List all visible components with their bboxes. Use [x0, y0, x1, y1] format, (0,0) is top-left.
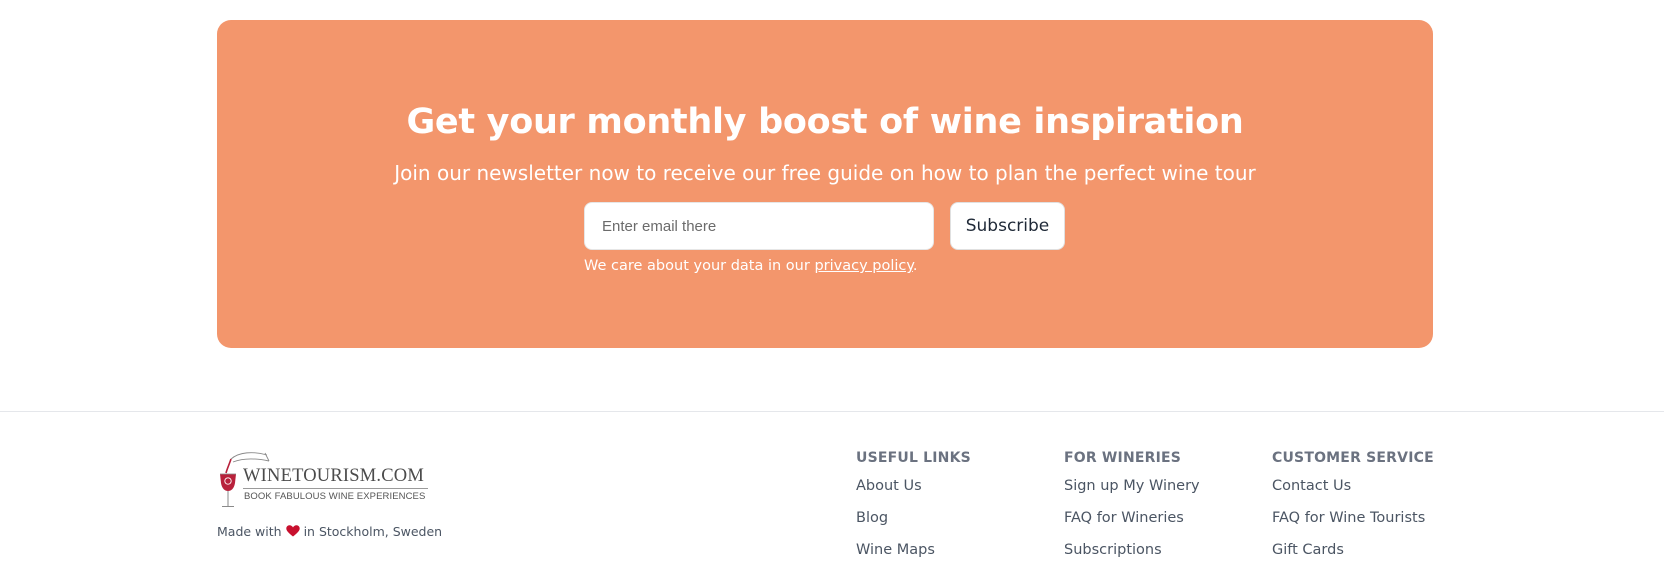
- privacy-note-period: .: [912, 258, 918, 274]
- footer-link-blog[interactable]: Blog: [856, 510, 971, 532]
- email-input[interactable]: [584, 202, 934, 250]
- newsletter-banner: Get your monthly boost of wine inspirati…: [217, 20, 1433, 348]
- site-logo[interactable]: WINETOURISM.COM BOOK FABULOUS WINE EXPER…: [217, 449, 432, 511]
- footer-column-for-wineries: FOR WINERIES Sign up My Winery FAQ for W…: [1064, 450, 1200, 564]
- footer-link-contact-us[interactable]: Contact Us: [1272, 478, 1434, 500]
- footer-link-faq-wine-tourists[interactable]: FAQ for Wine Tourists: [1272, 510, 1434, 532]
- footer-link-gift-cards[interactable]: Gift Cards: [1272, 542, 1434, 564]
- made-with-note: Made with in Stockholm, Sweden: [217, 524, 442, 539]
- footer-link-faq-wineries[interactable]: FAQ for Wineries: [1064, 510, 1200, 532]
- logo-name: WINETOURISM.COM: [243, 466, 424, 486]
- newsletter-subline: Join our newsletter now to receive our f…: [394, 161, 1256, 185]
- column-title: USEFUL LINKS: [856, 450, 971, 466]
- footer-link-wine-maps[interactable]: Wine Maps: [856, 542, 971, 564]
- column-title: FOR WINERIES: [1064, 450, 1182, 466]
- column-title: CUSTOMER SERVICE: [1272, 450, 1434, 466]
- footer-link-about-us[interactable]: About Us: [856, 478, 971, 500]
- made-with-prefix: Made with: [217, 524, 282, 539]
- subscribe-button[interactable]: Subscribe: [950, 202, 1065, 250]
- logo-tagline: BOOK FABULOUS WINE EXPERIENCES: [244, 491, 426, 502]
- footer-link-sign-up-winery[interactable]: Sign up My Winery: [1064, 478, 1200, 500]
- footer-link-subscriptions[interactable]: Subscriptions: [1064, 542, 1200, 564]
- footer-column-useful-links: USEFUL LINKS About Us Blog Wine Maps: [856, 450, 971, 564]
- footer-column-customer-service: CUSTOMER SERVICE Contact Us FAQ for Wine…: [1272, 450, 1434, 564]
- made-with-location: in Stockholm, Sweden: [303, 524, 443, 539]
- privacy-note: We care about your data in our privacy p…: [584, 258, 918, 274]
- newsletter-headline: Get your monthly boost of wine inspirati…: [406, 102, 1244, 142]
- logo-rule: [243, 488, 428, 489]
- privacy-policy-link[interactable]: privacy policy: [814, 258, 912, 274]
- footer-divider: [0, 411, 1664, 412]
- privacy-note-text: We care about your data in our: [584, 258, 815, 274]
- heart-icon: [285, 525, 300, 537]
